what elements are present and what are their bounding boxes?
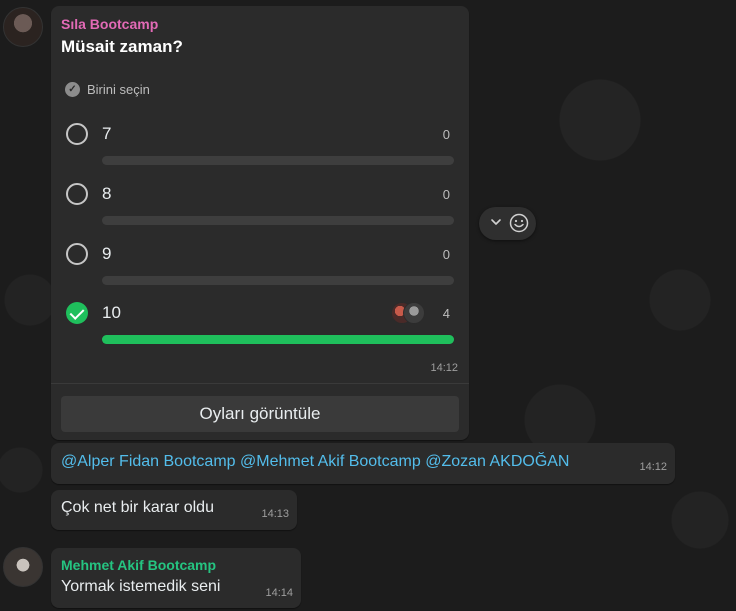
option-vote-count: 0 [442,247,450,262]
option-progress-bar [102,276,454,285]
poll-message-bubble[interactable]: Sıla Bootcamp Müsait zaman? ✓ Birini seç… [51,6,469,440]
select-hint-label: Birini seçin [87,82,150,97]
message-text[interactable]: @Alper Fidan Bootcamp @Mehmet Akif Bootc… [61,453,569,471]
option-label: 8 [102,184,112,203]
voter-avatar [403,302,425,324]
emoji-smile-icon[interactable] [509,213,529,233]
view-votes-button[interactable]: Oyları görüntüle [61,396,459,432]
option-vote-count: 4 [442,306,450,321]
option-radio-checked[interactable] [66,302,88,324]
poll-option[interactable]: 8 0 [65,181,455,231]
divider [51,383,469,384]
reply-message-bubble[interactable]: Mehmet Akif Bootcamp Yormak istemedik se… [51,548,301,608]
sender-name[interactable]: Mehmet Akif Bootcamp [61,557,216,573]
option-progress-bar [102,216,454,225]
poll-option[interactable]: 10 4 [65,300,455,350]
message-text: Çok net bir karar oldu [61,499,214,516]
option-progress-bar [102,156,454,165]
option-vote-count: 0 [442,127,450,142]
avatar[interactable] [3,7,43,47]
poll-option[interactable]: 7 0 [65,121,455,171]
check-circle-icon: ✓ [65,82,80,97]
option-label: 10 [102,303,121,322]
message-time: 14:12 [639,461,667,473]
chevron-down-icon[interactable] [490,216,502,228]
message-time: 14:13 [261,508,289,520]
option-radio[interactable] [66,183,88,205]
message-time: 14:14 [265,587,293,599]
message-actions [479,207,536,240]
message-text: Yormak istemedik seni [61,578,221,595]
message-time: 14:12 [430,362,458,374]
option-radio[interactable] [66,243,88,265]
decision-message-bubble[interactable]: Çok net bir karar oldu 14:13 [51,490,297,530]
poll-question: Müsait zaman? [61,37,183,56]
option-label: 9 [102,244,112,263]
mention-message-bubble[interactable]: @Alper Fidan Bootcamp @Mehmet Akif Bootc… [51,443,675,484]
select-hint: ✓ Birini seçin [65,82,150,97]
voter-avatars[interactable] [391,302,429,324]
avatar[interactable] [3,547,43,587]
poll-option[interactable]: 9 0 [65,241,455,291]
option-vote-count: 0 [442,187,450,202]
option-radio[interactable] [66,123,88,145]
option-label: 7 [102,124,112,143]
option-progress-bar [102,335,454,344]
sender-name[interactable]: Sıla Bootcamp [61,16,158,32]
